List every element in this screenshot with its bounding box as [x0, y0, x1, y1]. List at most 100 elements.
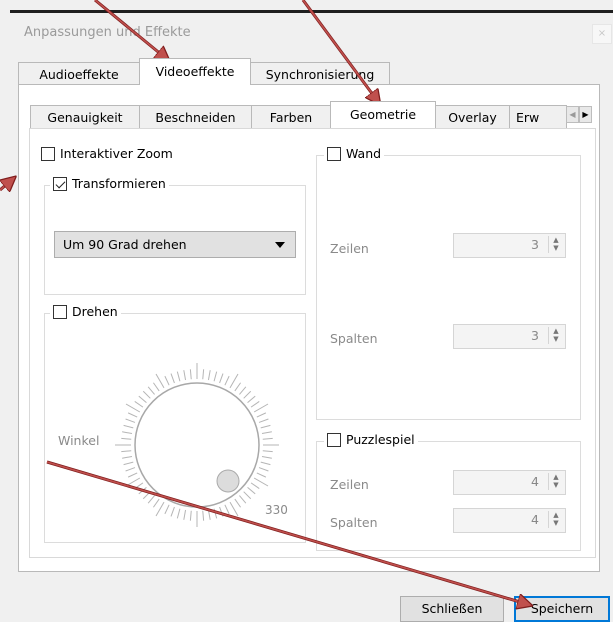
- dial-tick: [224, 504, 230, 515]
- puzzle-checkbox[interactable]: [327, 432, 341, 447]
- dial-tick: [247, 487, 256, 495]
- tab-overlay[interactable]: Overlay: [435, 105, 510, 128]
- dial-tick: [261, 431, 272, 435]
- dial-tick: [239, 495, 247, 504]
- dial-tick: [234, 498, 242, 508]
- angle-label: Winkel: [58, 433, 100, 448]
- spin-arrows-icon[interactable]: ▲ ▼: [548, 327, 563, 344]
- dial-tick: [183, 509, 187, 520]
- dial-tick: [239, 386, 247, 395]
- dial-tick: [207, 370, 211, 381]
- dial-tick: [170, 506, 175, 517]
- wall-rows-value: 3: [531, 237, 539, 252]
- dial-tick: [164, 375, 170, 386]
- tab-geometrie[interactable]: Geometrie: [330, 101, 436, 128]
- wall-group: [316, 155, 581, 420]
- dial-tick: [138, 395, 147, 403]
- window-title: Anpassungen und Effekte: [24, 25, 191, 40]
- arrow-to-transform: [0, 176, 15, 192]
- dial-handle[interactable]: [216, 469, 240, 493]
- dial-tick: [121, 450, 132, 453]
- interactive-zoom-checkbox[interactable]: [41, 146, 55, 161]
- wall-rows-spinbox[interactable]: 3 ▲ ▼: [453, 233, 566, 258]
- transform-select[interactable]: Um 90 Grad drehen: [54, 231, 296, 258]
- puzzle-cols-spinbox[interactable]: 4 ▲ ▼: [453, 508, 566, 533]
- tab-beschneiden[interactable]: Beschneiden: [139, 105, 252, 128]
- close-window-button[interactable]: ×: [592, 24, 612, 44]
- puzzle-label: Puzzlespiel: [346, 432, 415, 447]
- dial-tick: [155, 501, 165, 517]
- dial-tick: [125, 467, 136, 472]
- dial-tick: [247, 395, 256, 403]
- dial-tick: [122, 455, 133, 459]
- transform-option[interactable]: Transformieren: [50, 176, 169, 191]
- angle-dial[interactable]: [100, 340, 300, 530]
- tab-videoeffekte[interactable]: Videoeffekte: [139, 58, 251, 85]
- spin-arrows-icon[interactable]: ▲ ▼: [548, 511, 563, 528]
- dial-tick: [256, 472, 267, 478]
- dial-tick: [250, 400, 260, 408]
- spin-arrows-icon[interactable]: ▲ ▼: [548, 473, 563, 490]
- tab-farben[interactable]: Farben: [251, 105, 331, 128]
- dial-tick: [243, 390, 252, 399]
- dial-tick: [229, 501, 239, 517]
- puzzle-rows-label: Zeilen: [330, 477, 369, 492]
- dial-tick: [207, 509, 211, 520]
- dial-tick: [258, 418, 269, 423]
- puzzle-option[interactable]: Puzzlespiel: [324, 432, 418, 447]
- dial-tick: [262, 437, 273, 440]
- dial-tick: [125, 418, 136, 423]
- dial-tick: [219, 506, 224, 517]
- puzzle-rows-value: 4: [531, 474, 539, 489]
- dial-tick: [250, 482, 260, 490]
- dial-tick: [260, 461, 271, 466]
- save-button[interactable]: Speichern: [514, 596, 610, 622]
- puzzle-rows-spinbox[interactable]: 4 ▲ ▼: [453, 470, 566, 495]
- dial-tick: [147, 495, 155, 504]
- tab-synchronisierung[interactable]: Synchronisierung: [250, 62, 390, 85]
- rotate-label: Drehen: [72, 304, 118, 319]
- close-button[interactable]: Schließen: [400, 596, 504, 622]
- dial-tick: [138, 487, 147, 495]
- spin-arrows-icon[interactable]: ▲ ▼: [548, 236, 563, 253]
- rotate-option[interactable]: Drehen: [50, 304, 121, 319]
- dial-tick: [262, 450, 273, 453]
- wall-cols-spinbox[interactable]: 3 ▲ ▼: [453, 324, 566, 349]
- dial-tick: [134, 400, 144, 408]
- dial-tick: [189, 510, 192, 521]
- transform-select-value: Um 90 Grad drehen: [63, 237, 187, 252]
- dial-tick: [142, 390, 151, 399]
- tab-scroll-right-arrow[interactable]: ▶: [579, 106, 592, 123]
- dial-face: [134, 382, 260, 508]
- wall-option[interactable]: Wand: [324, 146, 385, 161]
- dial-tick: [202, 369, 205, 380]
- puzzle-cols-value: 4: [531, 512, 539, 527]
- tab-erweitert[interactable]: Erw: [509, 105, 567, 128]
- rotate-checkbox[interactable]: [53, 304, 67, 319]
- wall-cols-value: 3: [531, 328, 539, 343]
- dial-tick: [134, 482, 144, 490]
- tab-genauigkeit[interactable]: Genauigkeit: [30, 105, 140, 128]
- dial-tick: [213, 371, 218, 382]
- dial-tick: [183, 370, 187, 381]
- dial-tick: [123, 424, 134, 429]
- dial-tick: [189, 369, 192, 380]
- tab-audioeffekte[interactable]: Audioeffekte: [18, 62, 140, 85]
- dial-tick: [152, 498, 160, 508]
- dial-tick: [125, 403, 141, 413]
- transform-checkbox[interactable]: [53, 176, 67, 191]
- wall-checkbox[interactable]: [327, 146, 341, 161]
- window-top-strip: [0, 0, 613, 14]
- dial-tick: [147, 386, 155, 395]
- interactive-zoom-option[interactable]: Interaktiver Zoom: [38, 146, 176, 161]
- dial-tick: [202, 510, 205, 521]
- dial-tick: [122, 431, 133, 435]
- puzzle-cols-label: Spalten: [330, 515, 378, 530]
- chevron-down-icon: [275, 242, 285, 248]
- dial-tick: [224, 375, 230, 386]
- dial-tick: [219, 373, 224, 384]
- tab-scroll-left-arrow[interactable]: ◀: [566, 106, 579, 123]
- angle-value: 330: [265, 503, 288, 517]
- dial-tick: [261, 455, 272, 459]
- dial-tick: [121, 437, 132, 440]
